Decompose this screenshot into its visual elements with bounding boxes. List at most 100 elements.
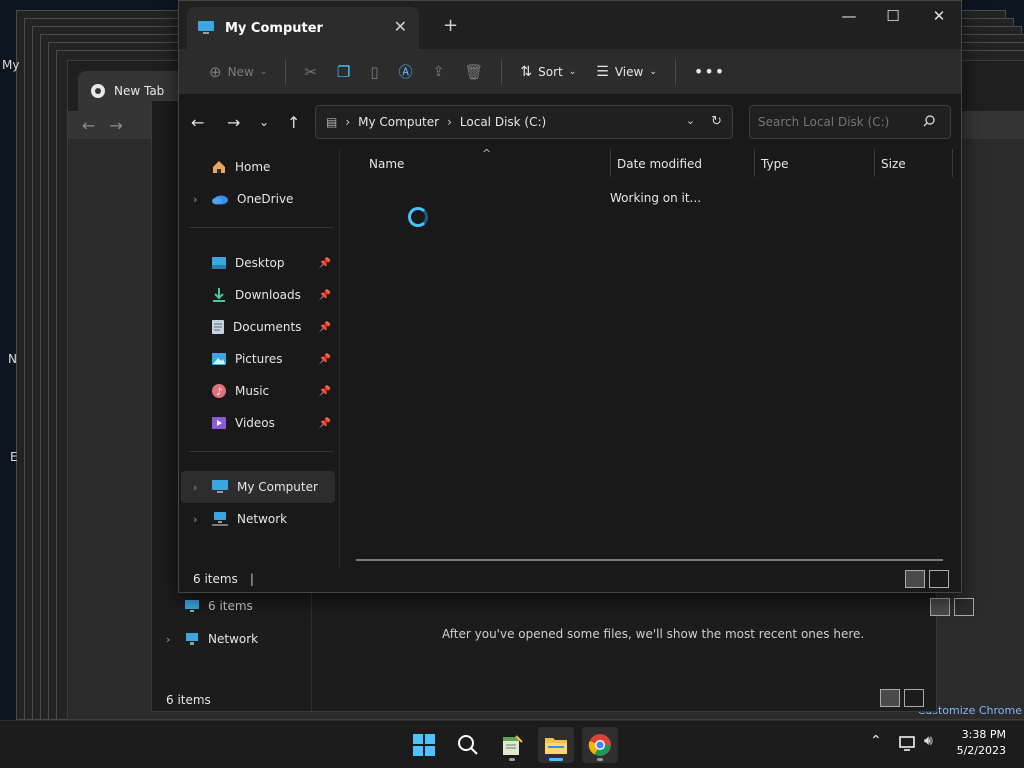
- search-icon[interactable]: [923, 115, 935, 127]
- sidebar-item-network[interactable]: › Network: [181, 503, 335, 535]
- pin-icon[interactable]: 📌: [319, 386, 331, 397]
- chevron-right-icon[interactable]: ›: [193, 481, 203, 494]
- tiles-view-button[interactable]: [954, 598, 974, 616]
- view-icon: ☰: [596, 63, 609, 80]
- show-hidden-icons-chevron-icon[interactable]: ⌃: [870, 733, 882, 749]
- tiles-view-button[interactable]: [929, 570, 949, 588]
- taskbar-clock[interactable]: 3:38 PM 5/2/2023: [957, 727, 1006, 759]
- column-header-date-modified[interactable]: Date modified: [617, 157, 702, 171]
- sort-button[interactable]: ⇅ Sort ⌄: [510, 57, 586, 87]
- status-divider: |: [249, 572, 254, 586]
- breadcrumb-local-disk[interactable]: Local Disk (C:): [460, 115, 546, 129]
- sidebar-item-desktop[interactable]: Desktop 📌: [181, 247, 335, 279]
- sidebar-item-label: Music: [235, 384, 270, 398]
- column-separator[interactable]: [754, 149, 755, 177]
- sidebar-item-my-computer[interactable]: › My Computer: [181, 471, 335, 503]
- paste-button[interactable]: ▯: [360, 57, 388, 87]
- details-view-button[interactable]: [905, 570, 925, 588]
- new-tab-icon[interactable]: +: [443, 15, 458, 36]
- trash-icon: 🗑: [464, 62, 484, 81]
- close-window-icon[interactable]: ✕: [919, 7, 959, 25]
- back-arrow-icon[interactable]: ←: [191, 113, 204, 132]
- mid-view-buttons: [880, 689, 924, 707]
- desktop-icon: [212, 257, 226, 269]
- chrome-icon: [91, 84, 105, 98]
- pin-icon[interactable]: 📌: [319, 322, 331, 333]
- details-view-button[interactable]: [880, 689, 900, 707]
- address-history-chevron-icon[interactable]: ⌄: [686, 114, 695, 129]
- sidebar-item-videos[interactable]: Videos 📌: [181, 407, 335, 439]
- clipboard-icon: ▯: [370, 62, 379, 81]
- mid-network-label: Network: [208, 632, 259, 646]
- sidebar-item-label: Network: [237, 512, 288, 526]
- recent-locations-chevron-icon[interactable]: ⌄: [259, 115, 269, 129]
- column-header-type[interactable]: Type: [761, 157, 789, 171]
- details-view-button[interactable]: [930, 598, 950, 616]
- column-separator[interactable]: [952, 149, 953, 177]
- column-separator[interactable]: [874, 149, 875, 177]
- refresh-icon[interactable]: ↻: [711, 114, 722, 129]
- minimize-icon[interactable]: —: [829, 7, 869, 25]
- sidebar-item-label: My Computer: [237, 480, 318, 494]
- chevron-right-icon[interactable]: ›: [193, 193, 203, 206]
- mid-network-item[interactable]: › Network: [166, 631, 258, 647]
- chevron-right-icon[interactable]: ›: [193, 513, 203, 526]
- more-options-button[interactable]: •••: [684, 57, 735, 87]
- network-icon: [212, 512, 228, 526]
- pin-icon[interactable]: 📌: [319, 290, 331, 301]
- notepad-taskbar-button[interactable]: [494, 727, 530, 763]
- chrome-taskbar-button[interactable]: [582, 727, 618, 763]
- share-icon: ⇪: [432, 63, 445, 80]
- column-header-size[interactable]: Size: [881, 157, 906, 171]
- file-explorer-taskbar-button[interactable]: [538, 727, 574, 763]
- sidebar-item-pictures[interactable]: Pictures 📌: [181, 343, 335, 375]
- maximize-icon[interactable]: ☐: [873, 7, 913, 25]
- sidebar-item-home[interactable]: Home: [181, 151, 335, 183]
- horizontal-scrollbar[interactable]: [356, 559, 943, 561]
- tiles-view-button[interactable]: [904, 689, 924, 707]
- up-arrow-icon[interactable]: ↑: [287, 113, 300, 132]
- network-status-icon[interactable]: [898, 735, 916, 753]
- view-button[interactable]: ☰ View ⌄: [586, 57, 667, 87]
- sidebar-item-music[interactable]: ♪ Music 📌: [181, 375, 335, 407]
- forward-arrow-icon[interactable]: →: [109, 116, 122, 135]
- pin-icon[interactable]: 📌: [319, 354, 331, 365]
- loading-message: Working on it...: [610, 191, 702, 205]
- breadcrumb-my-computer[interactable]: My Computer: [358, 115, 439, 129]
- back-arrow-icon[interactable]: ←: [82, 116, 95, 135]
- running-indicator: [597, 758, 603, 761]
- share-button[interactable]: ⇪: [423, 57, 455, 87]
- forward-arrow-icon[interactable]: →: [227, 113, 240, 132]
- pin-icon[interactable]: 📌: [319, 418, 331, 429]
- column-header-name[interactable]: Name: [369, 157, 404, 171]
- search-button[interactable]: [450, 727, 486, 763]
- sidebar-item-documents[interactable]: Documents 📌: [181, 311, 335, 343]
- start-button[interactable]: [406, 727, 442, 763]
- search-input[interactable]: [749, 105, 951, 139]
- column-separator[interactable]: [610, 149, 611, 177]
- sort-icon: ⇅: [520, 63, 533, 80]
- svg-text:♪: ♪: [216, 387, 222, 398]
- status-bar: 6 items |: [179, 566, 961, 592]
- rename-button[interactable]: Ⓐ: [389, 57, 423, 87]
- new-button[interactable]: ⊕ New ⌄: [199, 57, 277, 87]
- toolbar-divider: [674, 58, 676, 85]
- behind-status-item: 6 items: [184, 598, 253, 614]
- sidebar-item-label: Desktop: [235, 256, 285, 270]
- pin-icon[interactable]: 📌: [319, 258, 331, 269]
- copy-button[interactable]: ❐: [327, 57, 360, 87]
- navigation-pane: Home › OneDrive Desktop 📌 Downloads 📌 Do…: [179, 149, 337, 569]
- desktop-label: My: [2, 58, 20, 72]
- volume-icon[interactable]: 🔊︎: [924, 733, 933, 749]
- title-bar: My Computer ✕ + — ☐ ✕: [179, 1, 961, 49]
- sidebar-item-downloads[interactable]: Downloads 📌: [181, 279, 335, 311]
- close-tab-icon[interactable]: ✕: [394, 17, 407, 36]
- notepad-icon: [503, 735, 523, 755]
- cut-button[interactable]: ✂: [294, 57, 327, 87]
- sidebar-item-label: Home: [235, 160, 271, 174]
- sidebar-item-onedrive[interactable]: › OneDrive: [181, 183, 335, 215]
- address-bar[interactable]: ▤ › My Computer › Local Disk (C:) ⌄ ↻: [315, 105, 733, 139]
- delete-button[interactable]: 🗑: [454, 57, 493, 87]
- chrome-tab-title: New Tab: [114, 84, 165, 98]
- explorer-tab[interactable]: My Computer ✕: [187, 7, 419, 49]
